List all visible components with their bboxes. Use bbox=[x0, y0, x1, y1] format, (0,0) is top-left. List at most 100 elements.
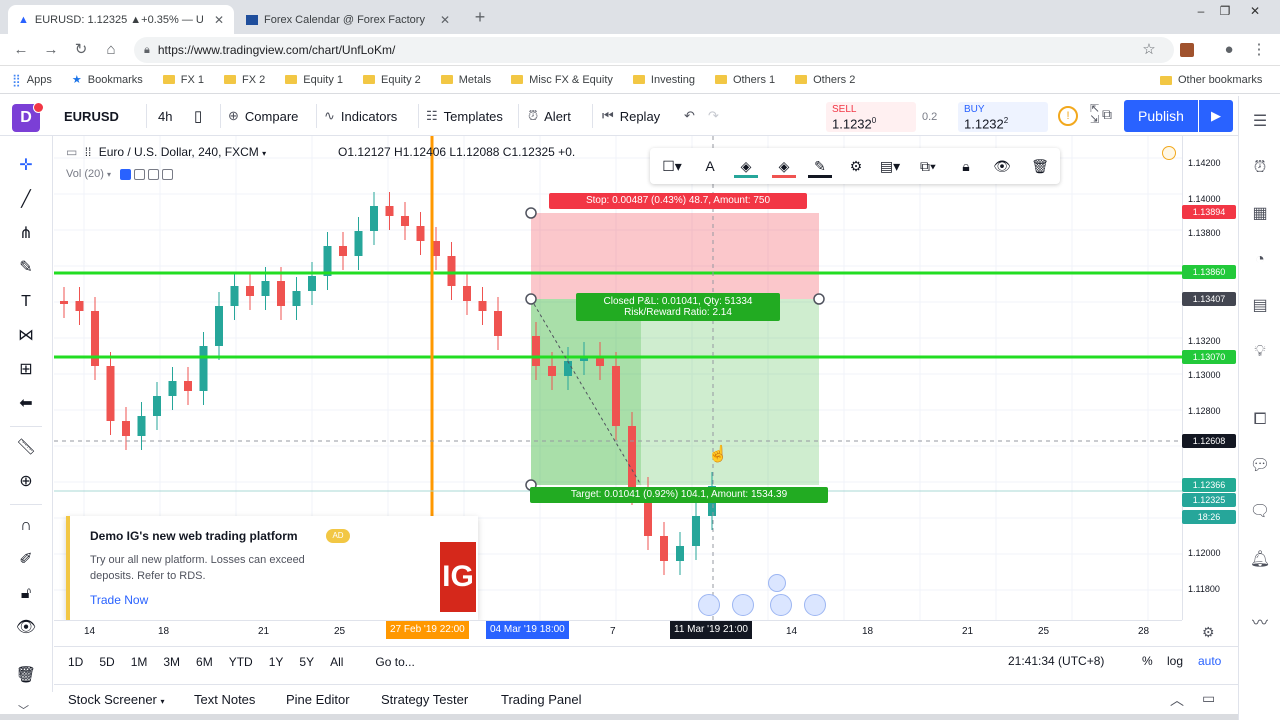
data-window-icon[interactable]: ▦ bbox=[1248, 202, 1272, 226]
range-5y[interactable]: 5Y bbox=[299, 655, 314, 669]
bookmark-folder[interactable]: Misc FX & Equity bbox=[511, 74, 613, 86]
economic-event-flag-icon[interactable] bbox=[732, 594, 754, 616]
auto-scale-toggle[interactable]: auto bbox=[1198, 654, 1221, 668]
browser-tab-tradingview[interactable]: ▲ EURUSD: 1.12325 ▲+0.35% — U ✕ bbox=[8, 5, 234, 34]
new-tab-button[interactable]: + bbox=[468, 6, 492, 30]
candles-style-icon[interactable]: ▯ bbox=[194, 96, 202, 136]
eye-icon[interactable]: 👁︎ bbox=[14, 616, 38, 640]
chart-legend-title[interactable]: ▭ ⁞⁞ Euro / U.S. Dollar, 240, FXCM ▾ bbox=[66, 145, 266, 159]
bookmark-folder[interactable]: FX 1 bbox=[162, 74, 204, 86]
remove-icon[interactable] bbox=[148, 168, 160, 180]
notifications-bell-icon[interactable]: 🔔︎ bbox=[1248, 548, 1272, 572]
restore-icon[interactable]: ❐ bbox=[1214, 4, 1236, 22]
symbol-search[interactable]: EURUSD bbox=[64, 96, 119, 136]
bookmark-folder[interactable]: Others 1 bbox=[714, 74, 775, 86]
back-icon[interactable]: ← bbox=[10, 39, 32, 61]
economic-event-flag-icon[interactable] bbox=[768, 574, 786, 592]
range-1d[interactable]: 1D bbox=[68, 655, 83, 669]
magnet-icon[interactable]: ∩ bbox=[14, 514, 38, 538]
pattern-icon[interactable]: ⋈ bbox=[14, 324, 38, 348]
range-6m[interactable]: 6M bbox=[196, 655, 213, 669]
ideas-bulb-icon[interactable]: 💡︎ bbox=[1248, 340, 1272, 364]
visual-order-icon[interactable]: ▤▾ bbox=[878, 154, 902, 178]
tab-pine-editor[interactable]: Pine Editor bbox=[286, 692, 350, 707]
pnl-label[interactable]: Closed P&L: 0.01041, Qty: 51334 Risk/Rew… bbox=[576, 293, 780, 321]
alert-button[interactable]: ⏰︎ Alert bbox=[528, 96, 571, 136]
minimize-icon[interactable]: ‒ bbox=[1190, 4, 1212, 22]
text-color-icon[interactable]: A bbox=[698, 154, 722, 178]
compare-button[interactable]: ⊕ Compare bbox=[228, 96, 298, 136]
publish-video-icon[interactable]: ▶ bbox=[1199, 100, 1233, 132]
extension-icon[interactable] bbox=[1180, 43, 1194, 57]
maximize-panel-icon[interactable]: ▭ bbox=[1202, 690, 1215, 707]
publish-button[interactable]: Publish bbox=[1124, 100, 1198, 132]
private-chat-icon[interactable]: 🗨︎ bbox=[1248, 500, 1272, 524]
tab-stock-screener[interactable]: Stock Screener ▾ bbox=[68, 692, 165, 707]
replay-button[interactable]: ⏮︎ Replay bbox=[602, 96, 660, 136]
chat-icon[interactable]: 💬︎ bbox=[1248, 454, 1272, 478]
other-bookmarks[interactable]: Other bookmarks bbox=[1160, 74, 1262, 86]
volume-legend[interactable]: Vol (20) ▾ bbox=[66, 168, 174, 180]
template-icon[interactable]: ☐▾ bbox=[660, 154, 684, 178]
target-label[interactable]: Target: 0.01041 (0.92%) 104.1, Amount: 1… bbox=[530, 487, 828, 503]
reload-icon[interactable]: ↻ bbox=[70, 39, 92, 61]
bookmark-folder[interactable]: Equity 1 bbox=[285, 74, 343, 86]
streams-icon[interactable]: ⧠ bbox=[1248, 408, 1272, 432]
bookmark-folder[interactable]: Metals bbox=[440, 74, 491, 86]
more-icon[interactable] bbox=[162, 168, 174, 180]
close-tab-icon[interactable]: ✕ bbox=[214, 13, 224, 27]
range-ytd[interactable]: YTD bbox=[229, 655, 253, 669]
sell-button[interactable]: SELL 1.12320 bbox=[826, 102, 916, 132]
visibility-icon[interactable] bbox=[120, 168, 132, 180]
trend-line-icon[interactable]: ╱ bbox=[14, 188, 38, 212]
order-panel-icon[interactable]: 〰 bbox=[1248, 612, 1272, 636]
menu-kebab-icon[interactable]: ⋮ bbox=[1248, 39, 1270, 61]
hotlist-icon[interactable]: ◔ bbox=[1248, 248, 1272, 272]
line-color-icon[interactable]: ✎ bbox=[808, 154, 832, 178]
buy-button[interactable]: BUY 1.12322 bbox=[958, 102, 1048, 132]
clock[interactable]: 21:41:34 (UTC+8) bbox=[1008, 654, 1104, 668]
range-1m[interactable]: 1M bbox=[131, 655, 148, 669]
close-window-icon[interactable]: ✕ bbox=[1244, 4, 1266, 22]
lock-drawings-icon[interactable]: 🔓︎ bbox=[14, 582, 38, 606]
prediction-icon[interactable]: ⊞ bbox=[14, 358, 38, 382]
log-scale-toggle[interactable]: log bbox=[1167, 654, 1183, 668]
text-tool-icon[interactable]: T bbox=[14, 290, 38, 314]
close-tab-icon[interactable]: ✕ bbox=[440, 13, 450, 27]
stay-drawing-icon[interactable]: ✐ bbox=[14, 548, 38, 572]
range-all[interactable]: All bbox=[330, 655, 343, 669]
bookmark-star-icon[interactable]: ☆ bbox=[1138, 39, 1160, 61]
alert-marker-icon[interactable] bbox=[1162, 146, 1176, 160]
bookmark-folder[interactable]: Equity 2 bbox=[363, 74, 421, 86]
bookmark-folder[interactable]: Investing bbox=[632, 74, 695, 86]
collapse-icon[interactable]: ▭ bbox=[66, 145, 77, 159]
stop-label[interactable]: Stop: 0.00487 (0.43%) 48.7, Amount: 750 bbox=[549, 193, 807, 209]
stop-color-icon[interactable]: ◈ bbox=[772, 154, 796, 178]
clone-icon[interactable]: ⧉▾ bbox=[916, 154, 940, 178]
chevron-down-icon[interactable]: ▾ bbox=[262, 149, 266, 158]
tab-text-notes[interactable]: Text Notes bbox=[194, 692, 255, 707]
redo-icon[interactable]: ↷ bbox=[708, 96, 719, 136]
url-bar[interactable]: 🔒︎ https://www.tradingview.com/chart/Unf… bbox=[134, 37, 1174, 63]
hide-icon[interactable]: 👁︎ bbox=[990, 154, 1014, 178]
info-icon[interactable]: ! bbox=[1058, 106, 1078, 126]
settings-gear-icon[interactable]: ⚙ bbox=[844, 154, 868, 178]
database-icon[interactable]: ⛁ bbox=[18, 664, 31, 684]
home-icon[interactable]: ⌂ bbox=[100, 39, 122, 61]
settings-icon[interactable] bbox=[134, 168, 146, 180]
fill-color-icon[interactable]: ◈ bbox=[734, 154, 758, 178]
economic-event-flag-icon[interactable] bbox=[804, 594, 826, 616]
bookmark-folder[interactable]: FX 2 bbox=[224, 74, 265, 86]
delete-icon[interactable]: 🗑︎ bbox=[1028, 154, 1052, 178]
percent-scale-toggle[interactable]: % bbox=[1142, 654, 1153, 668]
range-1y[interactable]: 1Y bbox=[269, 655, 284, 669]
chevron-down-icon[interactable]: ▾ bbox=[107, 170, 111, 179]
range-3m[interactable]: 3M bbox=[163, 655, 180, 669]
fullscreen-icon[interactable]: ⇱ ⇲ bbox=[1090, 104, 1099, 126]
brush-icon[interactable]: ✎ bbox=[14, 256, 38, 280]
calendar-icon[interactable]: ▤ bbox=[1248, 294, 1272, 318]
trade-now-link[interactable]: Trade Now bbox=[90, 593, 148, 607]
tab-strategy-tester[interactable]: Strategy Tester bbox=[381, 692, 468, 707]
templates-button[interactable]: ☷ Templates bbox=[426, 96, 503, 136]
zoom-icon[interactable]: ⊕ bbox=[14, 470, 38, 494]
